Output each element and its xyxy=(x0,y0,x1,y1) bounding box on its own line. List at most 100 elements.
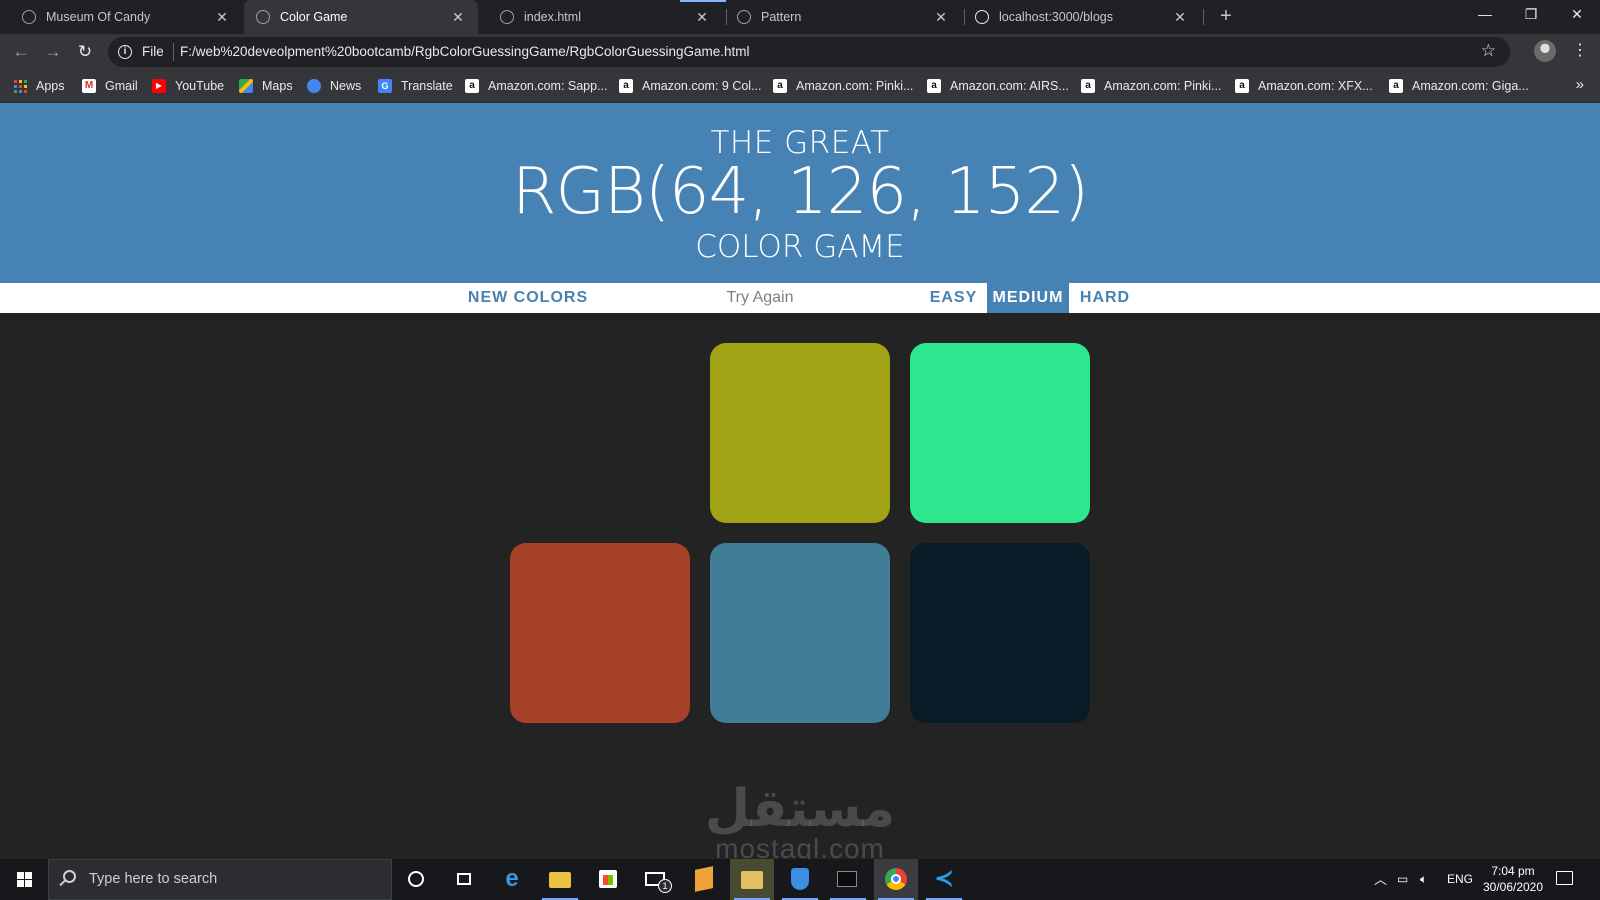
vpn-shield-icon[interactable] xyxy=(778,859,822,900)
menu-kebab-icon[interactable]: ⋮ xyxy=(1572,38,1588,64)
minimize-button[interactable]: — xyxy=(1462,0,1508,30)
gmail-icon: M xyxy=(82,79,96,93)
bookmark-amazon-7[interactable]: a Amazon.com: Giga... xyxy=(1389,70,1529,102)
close-icon[interactable]: ✕ xyxy=(448,9,468,26)
file-explorer-icon[interactable] xyxy=(538,859,582,900)
url-text[interactable]: F:/web%20deveolpment%20bootcamb/RgbColor… xyxy=(180,44,750,59)
info-icon[interactable]: i xyxy=(118,45,132,59)
bookmark-label: Amazon.com: AIRS... xyxy=(950,79,1069,93)
mode-medium-button[interactable]: MEDIUM xyxy=(987,283,1069,313)
watermark-latin: mostaql.com xyxy=(715,833,885,860)
amazon-icon: a xyxy=(1389,79,1403,93)
bookmark-label: Gmail xyxy=(105,79,138,93)
terminal-icon[interactable] xyxy=(826,859,870,900)
game-header: THE GREAT RGB(64, 126, 152) COLOR GAME xyxy=(0,103,1600,283)
network-icon[interactable]: ▭ xyxy=(1397,859,1408,900)
color-square[interactable] xyxy=(710,543,890,723)
bookmark-amazon-1[interactable]: a Amazon.com: Sapp... xyxy=(465,70,608,102)
amazon-icon: a xyxy=(619,79,633,93)
bookmark-news[interactable]: News xyxy=(307,70,361,102)
tab-title: Color Game xyxy=(280,10,348,24)
color-square[interactable] xyxy=(910,343,1090,523)
bookmark-label: Amazon.com: Pinki... xyxy=(796,79,914,93)
task-view-icon[interactable] xyxy=(442,859,486,900)
globe-icon xyxy=(22,10,36,24)
mode-easy-button[interactable]: EASY xyxy=(921,283,986,313)
taskbar: Type here to search e 1 ≺ ︿ ▭ 🔈︎ ENG 7:0… xyxy=(0,859,1600,900)
status-message: Try Again xyxy=(726,289,794,306)
bookmark-gmail[interactable]: M Gmail xyxy=(82,70,138,102)
close-window-button[interactable]: ✕ xyxy=(1554,0,1600,30)
bookmark-maps[interactable]: Maps xyxy=(239,70,293,102)
color-square[interactable] xyxy=(510,343,690,523)
bookmark-apps[interactable]: Apps xyxy=(14,70,65,102)
bookmark-label: Translate xyxy=(401,79,453,93)
taskbar-clock[interactable]: 7:04 pm 30/06/2020 xyxy=(1476,863,1550,895)
chevron-double-right-icon[interactable]: » xyxy=(1576,76,1584,93)
color-square[interactable] xyxy=(510,543,690,723)
close-icon[interactable]: ✕ xyxy=(931,9,951,26)
translate-icon: G xyxy=(378,79,392,93)
volume-icon[interactable]: 🔈︎ xyxy=(1420,859,1427,900)
bookmark-translate[interactable]: G Translate xyxy=(378,70,453,102)
new-tab-button[interactable]: + xyxy=(1212,0,1240,34)
language-indicator[interactable]: ENG xyxy=(1447,859,1473,900)
search-placeholder: Type here to search xyxy=(89,871,218,887)
mode-hard-button[interactable]: HARD xyxy=(1070,283,1140,313)
amazon-icon: a xyxy=(1235,79,1249,93)
bookmarks-bar: Apps M Gmail ▶ YouTube Maps News G Trans… xyxy=(0,70,1600,103)
chrome-icon[interactable] xyxy=(874,859,918,900)
profile-avatar[interactable] xyxy=(1534,40,1556,62)
bookmark-youtube[interactable]: ▶ YouTube xyxy=(152,70,224,102)
cortana-icon[interactable] xyxy=(394,859,438,900)
mail-icon[interactable]: 1 xyxy=(634,859,678,900)
bookmark-amazon-2[interactable]: a Amazon.com: 9 Col... xyxy=(619,70,762,102)
bookmark-amazon-4[interactable]: a Amazon.com: AIRS... xyxy=(927,70,1069,102)
tab-pattern[interactable]: Pattern ✕ xyxy=(727,0,961,34)
windows-start-button[interactable] xyxy=(0,859,48,900)
tab-title: Museum Of Candy xyxy=(46,10,151,24)
bookmark-star-icon[interactable]: ☆ xyxy=(1481,41,1496,61)
browser-tab-strip: Museum Of Candy ✕ Color Game ✕ index.htm… xyxy=(0,0,1600,34)
store-icon[interactable] xyxy=(586,859,630,900)
taskbar-search-box[interactable]: Type here to search xyxy=(48,859,392,900)
tab-index-html[interactable]: index.html ✕ xyxy=(488,0,722,34)
close-icon[interactable]: ✕ xyxy=(212,9,232,26)
target-color-display: RGB(64, 126, 152) xyxy=(511,155,1089,229)
tab-localhost-blogs[interactable]: localhost:3000/blogs ✕ xyxy=(965,0,1200,34)
video-editor-icon[interactable] xyxy=(730,859,774,900)
address-separator xyxy=(173,43,174,61)
sublime-text-icon[interactable] xyxy=(682,859,726,900)
address-bar[interactable]: i File F:/web%20deveolpment%20bootcamb/R… xyxy=(108,37,1510,67)
back-button[interactable]: ← xyxy=(8,39,34,65)
apps-grid-icon xyxy=(14,79,27,93)
color-square[interactable] xyxy=(910,543,1090,723)
vscode-icon[interactable]: ≺ xyxy=(922,859,966,900)
tray-show-hidden-chevron-icon[interactable]: ︿ xyxy=(1374,859,1387,900)
new-colors-button[interactable]: NEW COLORS xyxy=(463,283,593,313)
screen: Museum Of Candy ✕ Color Game ✕ index.htm… xyxy=(0,0,1600,900)
forward-button[interactable]: → xyxy=(40,39,66,65)
bookmark-label: Apps xyxy=(36,79,65,93)
restore-button[interactable]: ❐ xyxy=(1508,0,1554,30)
notification-center-icon[interactable] xyxy=(1556,871,1573,885)
bookmark-amazon-5[interactable]: a Amazon.com: Pinki... xyxy=(1081,70,1221,102)
bookmark-label: Amazon.com: 9 Col... xyxy=(642,79,762,93)
reload-button[interactable]: ↻ xyxy=(72,39,98,65)
tab-museum-of-candy[interactable]: Museum Of Candy ✕ xyxy=(0,0,242,34)
tab-color-game[interactable]: Color Game ✕ xyxy=(244,0,478,34)
amazon-icon: a xyxy=(1081,79,1095,93)
bookmark-label: Amazon.com: XFX... xyxy=(1258,79,1373,93)
color-square[interactable] xyxy=(710,343,890,523)
close-icon[interactable]: ✕ xyxy=(1170,9,1190,26)
bookmark-amazon-3[interactable]: a Amazon.com: Pinki... xyxy=(773,70,913,102)
amazon-icon: a xyxy=(773,79,787,93)
watermark: مستقل mostaql.com xyxy=(700,783,900,859)
youtube-icon: ▶ xyxy=(152,79,166,93)
bookmark-label: Maps xyxy=(262,79,293,93)
tab-separator xyxy=(1203,9,1204,25)
bookmark-amazon-6[interactable]: a Amazon.com: XFX... xyxy=(1235,70,1373,102)
amazon-icon: a xyxy=(927,79,941,93)
edge-icon[interactable]: e xyxy=(490,859,534,900)
close-icon[interactable]: ✕ xyxy=(692,9,712,26)
